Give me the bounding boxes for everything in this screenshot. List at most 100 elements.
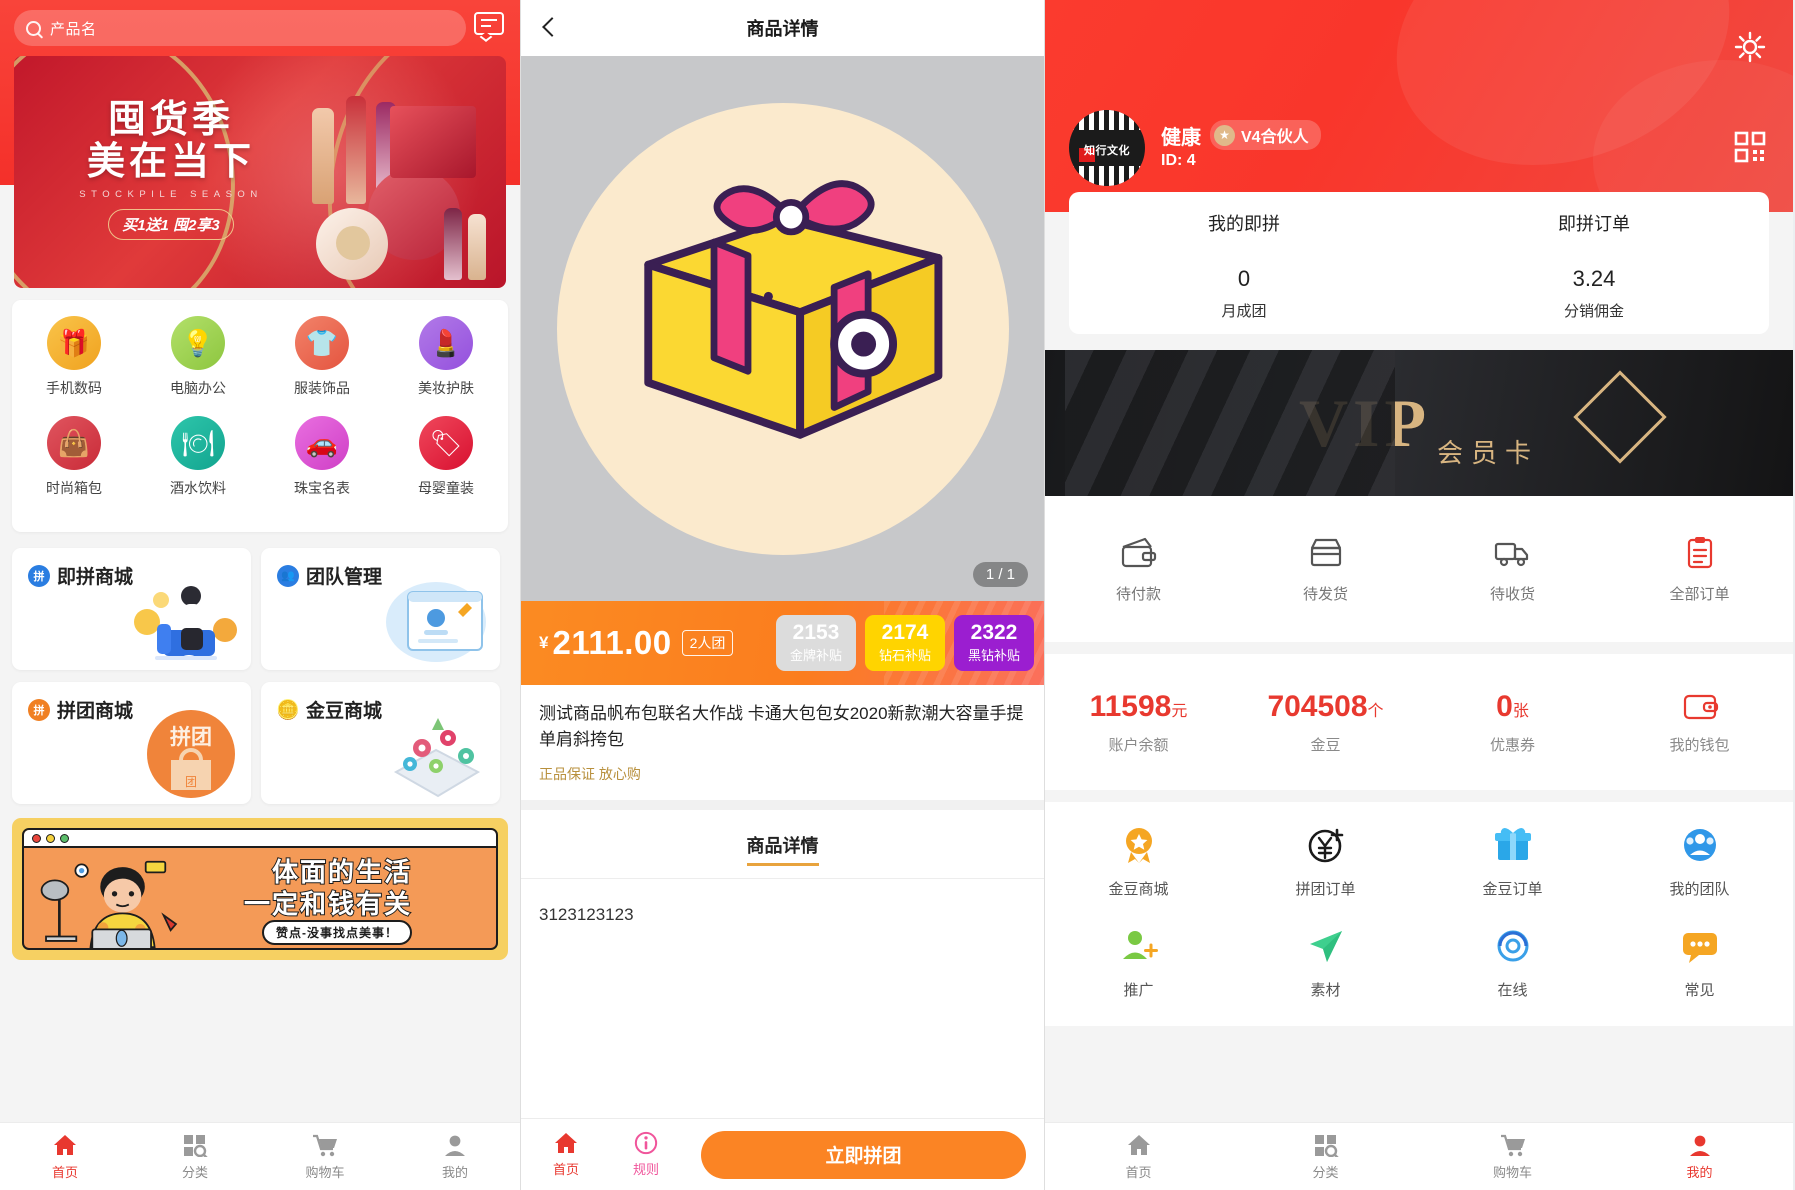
category-item-0[interactable]: 🎁 手机数码 [12,316,136,398]
tab-home[interactable]: 首页 [0,1123,130,1190]
balance-coupons[interactable]: 0张 优惠券 [1419,690,1606,755]
banner-english: STOCKPILE SEASON [79,188,263,200]
category-item-1[interactable]: 💡 电脑办公 [136,316,260,398]
shortcut-pintuan-orders[interactable]: 拼团订单 [1232,824,1419,925]
promo-card-pintuan-mall[interactable]: 拼 拼团商城 拼团 团 [12,682,251,804]
vip-banner[interactable]: VIP 会员卡 [1045,350,1793,496]
price-amount: 2111.00 [552,624,672,661]
ad-banner[interactable]: 体面的生活 一定和钱有关 赞点-没事找点美事！ [12,818,508,960]
search-input[interactable]: 产品名 [14,10,466,46]
wallet-icon [1121,537,1156,567]
balance-value-wrap: 0张 [1496,690,1529,724]
chat-icon [1682,933,1717,963]
shortcut-my-team[interactable]: 我的团队 [1606,824,1793,925]
tab-category[interactable]: 分类 [1232,1123,1419,1190]
promo-card-jindou-mall[interactable]: 🪙 金豆商城 [261,682,500,804]
subsidy-value: 2153 [792,620,840,644]
detail-home-button[interactable]: 首页 [535,1131,597,1178]
tab-label: 购物车 [1492,1164,1532,1180]
svg-text:团: 团 [185,775,197,789]
balance-jindou[interactable]: 704508个 金豆 [1232,690,1419,755]
subsidy-badge-black-diamond[interactable]: 2322 黑钻补贴 [954,615,1034,671]
join-group-button[interactable]: 立即拼团 [701,1130,1026,1179]
category-item-3[interactable]: 💄 美妆护肤 [384,316,508,398]
shortcut-label: 常见 [1684,982,1715,999]
home-panel: 产品名 囤货季 美在当下 STOCKPILE SEASON 买1送1 囤2享3 [0,0,520,1190]
person-add-icon [1122,931,1158,959]
category-item-6[interactable]: 🚗 珠宝名表 [260,416,384,498]
ad-pill: 赞点-没事找点美事！ [262,920,412,945]
detail-tab[interactable]: 商品详情 [521,810,1044,868]
order-status-row: 待付款 待发货 待收货 全部订单 [1045,496,1793,642]
user-id: ID: 4 [1161,152,1196,169]
info-icon [634,1131,658,1155]
category-item-5[interactable]: 🍽 酒水饮料 [136,416,260,498]
tab-label: 首页 [1125,1164,1152,1180]
qr-code-icon[interactable] [1733,130,1767,164]
group-size-tag: 2人团 [681,630,734,656]
detail-rules-button[interactable]: 规则 [615,1131,677,1178]
banner-line2: 美在当下 [86,141,255,184]
product-gallery[interactable]: 1 / 1 [521,56,1044,601]
category-icon [184,1134,208,1157]
tab-label: 首页 [51,1164,78,1180]
shortcut-row-2: 推广 素材 在线 常见 [1045,925,1793,1026]
balance-value: 11598 [1089,689,1172,723]
tab-category[interactable]: 分类 [130,1123,260,1190]
tab-mine[interactable]: 我的 [1606,1123,1793,1190]
team-icon [1683,829,1716,861]
window-dot-green [60,833,69,843]
tab-mine[interactable]: 我的 [390,1123,520,1190]
shortcut-promote[interactable]: 推广 [1045,925,1232,1026]
tab-cart[interactable]: 购物车 [1419,1123,1606,1190]
balance-caption: 金豆 [1310,736,1341,754]
category-item-2[interactable]: 👕 服装饰品 [260,316,384,398]
order-status-all-orders[interactable]: 全部订单 [1606,535,1793,604]
balance-my-wallet[interactable]: 我的钱包 [1606,690,1793,755]
subsidy-badges: 2153 金牌补贴 2174 钻石补贴 2322 黑钻补贴 [776,615,1034,671]
subsidy-badge-diamond[interactable]: 2174 钻石补贴 [865,615,945,671]
order-status-pending-payment[interactable]: 待付款 [1045,535,1232,604]
stat-jipin-orders[interactable]: 即拼订单 3.24 分销佣金 [1419,192,1769,334]
subsidy-badge-gold[interactable]: 2153 金牌补贴 [776,615,856,671]
product-title: 测试商品帆布包联名大作战 卡通大包包女2020新款潮大容量手提单肩斜挎包 [539,704,1024,750]
avatar-label: 知行文化 [1084,145,1130,157]
category-label: 美妆护肤 [418,380,474,396]
back-chevron-icon[interactable] [537,16,561,40]
subsidy-value: 2174 [881,620,929,644]
balance-value-wrap: 11598元 [1090,690,1188,724]
order-status-pending-shipment[interactable]: 待发货 [1232,535,1419,604]
home-tabbar: 首页 分类 购物车 我的 [0,1122,520,1190]
promo-illustration: 拼团 团 [147,710,235,798]
category-item-7[interactable]: 🏷 母婴童装 [384,416,508,498]
window-dot-yellow [46,833,55,843]
stat-my-jipin[interactable]: 我的即拼 0 月成团 [1069,192,1419,334]
promo-card-team-management[interactable]: 👥 团队管理 [261,548,500,670]
shortcut-label: 金豆订单 [1482,881,1543,898]
tab-cart[interactable]: 购物车 [260,1123,390,1190]
tab-home[interactable]: 首页 [1045,1123,1232,1190]
promo-card-jipin-mall[interactable]: 拼 即拼商城 [12,548,251,670]
balance-caption: 优惠券 [1489,736,1535,754]
search-placeholder: 产品名 [50,20,97,38]
order-status-pending-receipt[interactable]: 待收货 [1419,535,1606,604]
home-banner[interactable]: 囤货季 美在当下 STOCKPILE SEASON 买1送1 囤2享3 [14,56,506,288]
shortcut-online-service[interactable]: 在线 [1419,925,1606,1026]
shortcut-label: 我的团队 [1669,881,1730,898]
team-badge-icon: 👥 [277,564,299,587]
star-icon: ★ [1214,124,1235,146]
shortcut-jindou-orders[interactable]: 金豆订单 [1419,824,1606,925]
balance-account[interactable]: 11598元 账户余额 [1045,690,1232,755]
shortcut-faq[interactable]: 常见 [1606,925,1793,1026]
gear-icon[interactable] [1733,30,1767,64]
tag-icon: 🏷 [419,416,473,470]
shortcut-jindou-mall[interactable]: 金豆商城 [1045,824,1232,925]
stat-header: 即拼订单 [1558,213,1630,234]
avatar[interactable]: 知行文化 [1069,110,1145,186]
shortcut-material[interactable]: 素材 [1232,925,1419,1026]
home-icon [1127,1134,1150,1155]
cart-icon [313,1134,337,1156]
shortcut-label: 拼团订单 [1295,881,1356,898]
message-icon[interactable] [474,12,506,42]
category-item-4[interactable]: 👜 时尚箱包 [12,416,136,498]
